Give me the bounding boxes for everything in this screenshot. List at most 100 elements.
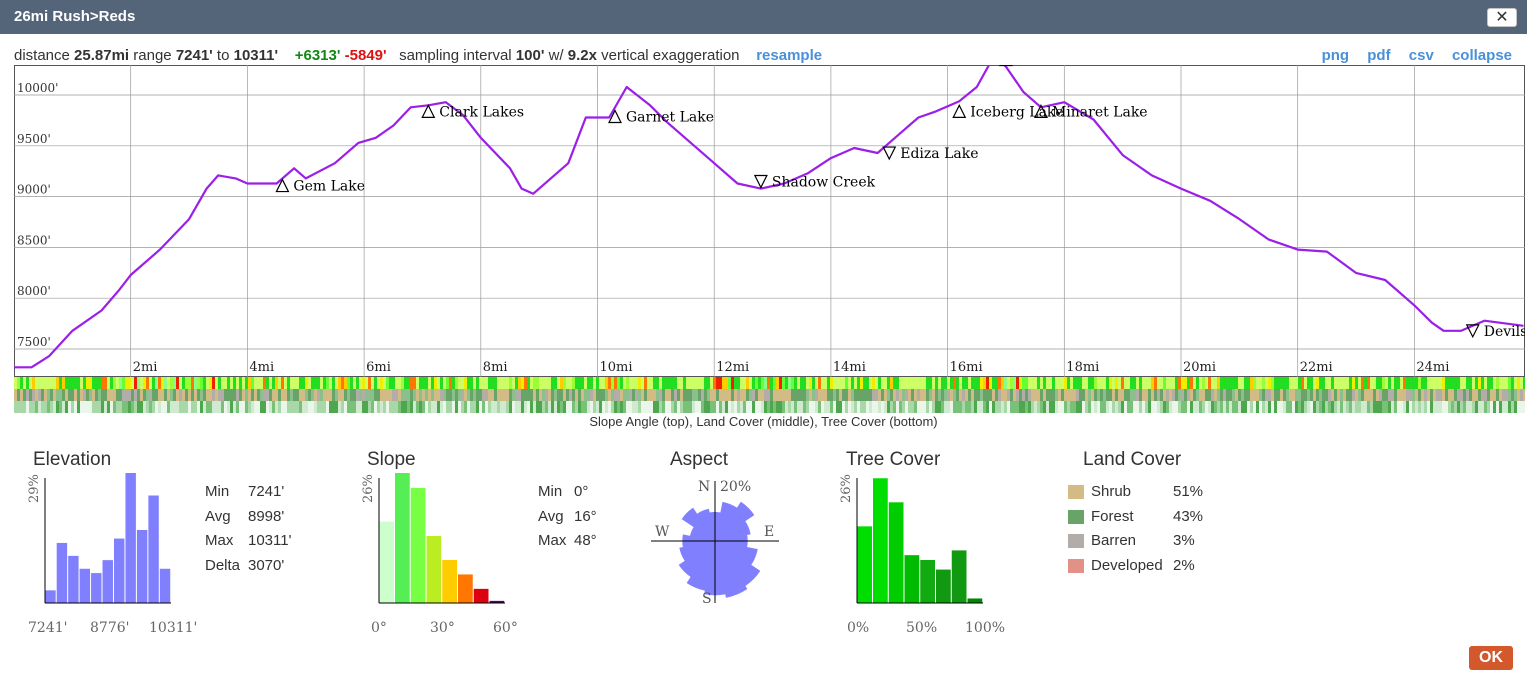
close-button[interactable]: ✕ [1487, 8, 1517, 27]
land-cover-band-cell [1088, 389, 1091, 401]
tree-cover-band-cell [104, 401, 107, 413]
tree-cover-band-cell [983, 401, 986, 413]
slope-band-cell [437, 377, 440, 389]
slope-band-cell [200, 377, 203, 389]
land-cover-band-cell [1379, 389, 1382, 401]
land-cover-band-cell [1007, 389, 1010, 401]
tree-cover-band-cell [920, 401, 923, 413]
land-cover-band-cell [1205, 389, 1208, 401]
tree-cover-band-cell [341, 401, 344, 413]
land-cover-band-cell [1157, 389, 1160, 401]
land-cover-band-cell [1427, 389, 1430, 401]
tree-cover-band-cell [1403, 401, 1406, 413]
land-cover-band-cell [1346, 389, 1349, 401]
land-cover-band-cell [155, 389, 158, 401]
land-cover-band-cell [119, 389, 122, 401]
tree-cover-band-cell [575, 401, 578, 413]
tree-cover-band-cell [1031, 401, 1034, 413]
tree-cover-band-cell [1232, 401, 1235, 413]
slope-band-cell [1400, 377, 1403, 389]
tree-cover-band-cell [1460, 401, 1463, 413]
land-cover-band-cell [527, 389, 530, 401]
slope-band-cell [293, 377, 296, 389]
land-cover-band-cell [1064, 389, 1067, 401]
png-link[interactable]: png [1322, 47, 1350, 64]
land-cover-band-cell [476, 389, 479, 401]
tree-cover-band-cell [827, 401, 830, 413]
tree-cover-band-cell [128, 401, 131, 413]
tree-cover-band-cell [1121, 401, 1124, 413]
tree-cover-band-cell [1223, 401, 1226, 413]
tree-cover-band-cell [350, 401, 353, 413]
tree-cover-band-cell [1364, 401, 1367, 413]
slope-band-cell [842, 377, 845, 389]
collapse-link[interactable]: collapse [1452, 47, 1512, 64]
slope-band-cell [644, 377, 647, 389]
tree-cover-band-cell [170, 401, 173, 413]
tree-cover-band-cell [53, 401, 56, 413]
slope-band-cell [614, 377, 617, 389]
tree-cover-band-cell [1190, 401, 1193, 413]
land-cover-band-cell [1199, 389, 1202, 401]
slope-band-cell [947, 377, 950, 389]
x-tick-label: 12mi [716, 360, 749, 375]
slope-band-cell [1013, 377, 1016, 389]
slope-band-cell [1142, 377, 1145, 389]
land-cover-band-cell [1352, 389, 1355, 401]
slope-band-cell [1430, 377, 1433, 389]
tree-cover-band-cell [1307, 401, 1310, 413]
slope-band-cell [653, 377, 656, 389]
tree-cover-band-cell [923, 401, 926, 413]
land-cover-band-cell [152, 389, 155, 401]
ok-button[interactable]: OK [1469, 646, 1513, 670]
tree-cover-band-cell [1115, 401, 1118, 413]
tree-cover-band-cell [554, 401, 557, 413]
land-cover-band-cell [719, 389, 722, 401]
land-cover-band-cell [1115, 389, 1118, 401]
land-cover-band-cell [296, 389, 299, 401]
tree-cover-band-cell [221, 401, 224, 413]
pdf-link[interactable]: pdf [1367, 47, 1390, 64]
land-cover-band-cell [1325, 389, 1328, 401]
land-cover-band-cell [536, 389, 539, 401]
slope-band-cell [1424, 377, 1427, 389]
tree-cover-band-cell [311, 401, 314, 413]
tree-cover-band-cell [560, 401, 563, 413]
land-cover-band-cell [707, 389, 710, 401]
tree-cover-band-cell [674, 401, 677, 413]
slope-band-cell [1448, 377, 1451, 389]
land-cover-band-cell [98, 389, 101, 401]
terrain-bands [14, 377, 1525, 413]
land-cover-band-cell [200, 389, 203, 401]
slope-band-cell [194, 377, 197, 389]
tree-cover-band-cell [1247, 401, 1250, 413]
slope-band-cell [1268, 377, 1271, 389]
land-cover-band-cell [866, 389, 869, 401]
tree-cover-band-cell [755, 401, 758, 413]
resample-link[interactable]: resample [756, 47, 822, 64]
tree-cover-band-cell [572, 401, 575, 413]
land-cover-band-cell [206, 389, 209, 401]
land-cover-band-cell [404, 389, 407, 401]
tree-cover-band-cell [1388, 401, 1391, 413]
land-cover-band-cell [1295, 389, 1298, 401]
tree-cover-band-cell [1415, 401, 1418, 413]
slope-band-cell [506, 377, 509, 389]
land-cover-band-cell [1124, 389, 1127, 401]
land-cover-band-cell [425, 389, 428, 401]
csv-link[interactable]: csv [1409, 47, 1434, 64]
land-cover-band-cell [1463, 389, 1466, 401]
tree-cover-histogram-bar [856, 525, 873, 604]
land-cover-band-cell [845, 389, 848, 401]
slope-band-cell [215, 377, 218, 389]
land-cover-band-cell [41, 389, 44, 401]
tree-cover-band-cell [1376, 401, 1379, 413]
tree-cover-band-cell [338, 401, 341, 413]
tree-cover-band-cell [1148, 401, 1151, 413]
tree-cover-band-cell [524, 401, 527, 413]
land-cover-band-cell [1052, 389, 1055, 401]
land-cover-band-cell [785, 389, 788, 401]
land-cover-band-cell [35, 389, 38, 401]
tree-cover-band-cell [689, 401, 692, 413]
land-cover-band-cell [1490, 389, 1493, 401]
